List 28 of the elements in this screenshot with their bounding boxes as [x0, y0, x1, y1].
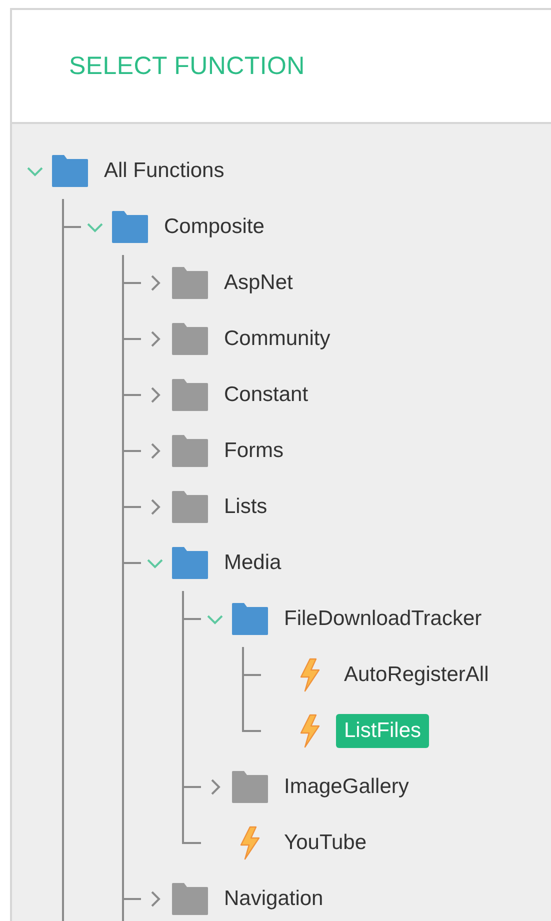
tree-item-label[interactable]: Constant	[216, 378, 316, 412]
panel-title: SELECT FUNCTION	[69, 52, 305, 80]
folder-icon	[172, 379, 208, 411]
tree-item-label[interactable]: Media	[216, 546, 290, 580]
folder-icon	[172, 435, 208, 467]
folder-icon	[172, 883, 208, 915]
tree-item-label[interactable]: FileDownloadTracker	[276, 602, 490, 636]
lightning-icon	[299, 714, 321, 748]
folder-icon	[172, 491, 208, 523]
tree-item-label[interactable]: Lists	[216, 490, 276, 524]
tree-item-label[interactable]: Forms	[216, 434, 292, 468]
tree-item-label[interactable]: ImageGallery	[276, 770, 417, 804]
lightning-icon	[299, 658, 321, 692]
folder-icon	[172, 267, 208, 299]
folder-icon	[112, 211, 148, 243]
tree-item-label[interactable]: AutoRegisterAll	[336, 658, 497, 692]
folder-icon	[172, 323, 208, 355]
folder-icon	[232, 771, 268, 803]
tree-item-label[interactable]: All Functions	[96, 154, 232, 188]
folder-icon	[232, 603, 268, 635]
folder-icon	[172, 547, 208, 579]
tree-item-label[interactable]: AspNet	[216, 266, 301, 300]
tree-item-label[interactable]: Navigation	[216, 882, 332, 916]
lightning-icon	[239, 826, 261, 860]
tree-item-label[interactable]: YouTube	[276, 826, 375, 860]
tree-item-label[interactable]: Community	[216, 322, 338, 356]
tree-item-label[interactable]: Composite	[156, 210, 272, 244]
folder-icon	[52, 155, 88, 187]
